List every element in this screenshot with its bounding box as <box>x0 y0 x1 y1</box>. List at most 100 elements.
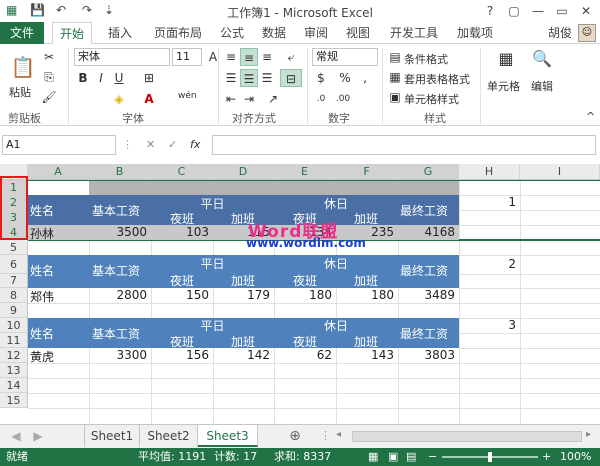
phonetic-icon[interactable]: wén <box>178 91 197 101</box>
font-color-icon[interactable]: A <box>140 90 158 108</box>
bold-icon[interactable]: B <box>74 69 92 87</box>
sheet-tab-3[interactable]: Sheet3 <box>198 425 258 447</box>
increase-decimal-icon[interactable]: .0 <box>312 90 330 108</box>
cell-final-salary[interactable]: 3489 <box>398 288 455 302</box>
zoom-out-icon[interactable]: − <box>428 448 437 466</box>
table-format-icon[interactable]: ▦ <box>386 68 404 86</box>
sheet-tab-1[interactable]: Sheet1 <box>84 425 140 447</box>
zoom-in-icon[interactable]: + <box>542 448 551 466</box>
avatar[interactable]: ☺ <box>578 24 596 42</box>
cell-weekday-night[interactable]: 103 <box>151 225 209 239</box>
worksheet-grid[interactable]: A B C D E F G H I 1 2 3 4 5 6 7 8 9 10 1… <box>0 164 600 424</box>
row-header-11[interactable]: 11 <box>0 333 28 348</box>
undo-icon[interactable]: ↶ <box>56 3 66 17</box>
column-header-i[interactable]: I <box>520 164 600 180</box>
align-bottom-icon[interactable]: ≡ <box>258 48 276 66</box>
cell-base-salary[interactable]: 3500 <box>89 225 147 239</box>
row-header-7[interactable]: 7 <box>0 274 28 288</box>
cut-icon[interactable]: ✂ <box>40 48 58 66</box>
underline-icon[interactable]: U <box>110 69 128 87</box>
cell-holiday-overtime[interactable]: 180 <box>336 288 394 302</box>
save-icon[interactable]: 💾 <box>30 3 45 17</box>
align-top-icon[interactable]: ≡ <box>222 48 240 66</box>
cell-weekday-overtime[interactable]: 142 <box>213 348 270 362</box>
row-header-6[interactable]: 6 <box>0 255 28 274</box>
cell-holiday-night[interactable]: 180 <box>274 288 332 302</box>
cell-styles-icon[interactable]: ▣ <box>386 88 404 106</box>
column-header-c[interactable]: C <box>151 164 213 180</box>
redo-icon[interactable]: ↷ <box>82 3 92 17</box>
help-icon[interactable]: ? <box>478 0 502 22</box>
cells-icon[interactable]: ▦ <box>494 50 518 74</box>
tab-addins[interactable]: 加载项 <box>450 22 500 44</box>
tab-review[interactable]: 审阅 <box>298 22 334 44</box>
conditional-format-icon[interactable]: ▤ <box>386 48 404 66</box>
font-name-select[interactable]: 宋体 <box>74 48 170 66</box>
cancel-icon[interactable]: ✕ <box>146 138 155 151</box>
column-header-b[interactable]: B <box>89 164 151 180</box>
cell-name[interactable]: 郑伟 <box>30 288 54 305</box>
sheet-tab-2[interactable]: Sheet2 <box>140 425 198 447</box>
cells-button[interactable]: 单元格 <box>487 78 520 94</box>
cell-weekday-night[interactable]: 156 <box>151 348 209 362</box>
decrease-decimal-icon[interactable]: .00 <box>334 90 352 108</box>
align-center-icon[interactable]: ☰ <box>240 69 258 87</box>
fill-color-icon[interactable]: ◈ <box>110 90 128 108</box>
increase-indent-icon[interactable]: ⇥ <box>240 90 258 108</box>
tab-formulas[interactable]: 公式 <box>214 22 250 44</box>
cell-weekday-overtime[interactable]: 179 <box>213 288 270 302</box>
decrease-indent-icon[interactable]: ⇤ <box>222 90 240 108</box>
merge-center-icon[interactable]: ⊟ <box>280 69 302 87</box>
cell-base-salary[interactable]: 2800 <box>89 288 147 302</box>
cell-holiday-night[interactable]: 62 <box>274 348 332 362</box>
row-header-9[interactable]: 9 <box>0 303 28 318</box>
column-header-e[interactable]: E <box>274 164 336 180</box>
tab-split-handle[interactable]: ⋮ <box>320 429 331 443</box>
name-box[interactable]: A1 <box>2 135 116 155</box>
align-left-icon[interactable]: ☰ <box>222 69 240 87</box>
column-header-a[interactable]: A <box>28 164 89 180</box>
column-header-g[interactable]: G <box>398 164 459 180</box>
column-header-d[interactable]: D <box>213 164 274 180</box>
cell-name[interactable]: 黄虎 <box>30 348 54 365</box>
cell-holiday-overtime[interactable]: 143 <box>336 348 394 362</box>
conditional-format-button[interactable]: 条件格式 <box>404 51 448 67</box>
insert-function-icon[interactable]: fx <box>190 138 200 151</box>
row-header-8[interactable]: 8 <box>0 288 28 303</box>
copy-icon[interactable]: ⎘ <box>40 68 58 86</box>
scroll-right-icon[interactable]: ▸ <box>586 429 596 443</box>
align-right-icon[interactable]: ☰ <box>258 69 276 87</box>
user-name[interactable]: 胡俊 <box>548 22 572 44</box>
cell-final-salary[interactable]: 3803 <box>398 348 455 362</box>
minimize-icon[interactable]: — <box>526 0 550 22</box>
enter-icon[interactable]: ✓ <box>168 138 177 151</box>
normal-view-icon[interactable]: ▦ <box>368 448 378 466</box>
column-header-f[interactable]: F <box>336 164 398 180</box>
cell-styles-button[interactable]: 单元格样式 <box>404 91 459 107</box>
orientation-icon[interactable]: ↗ <box>264 90 282 108</box>
tab-insert[interactable]: 插入 <box>100 22 140 44</box>
cell-marker[interactable]: 1 <box>459 195 516 209</box>
borders-icon[interactable]: ⊞ <box>140 69 158 87</box>
zoom-slider-thumb[interactable] <box>488 452 492 462</box>
row-header-5[interactable]: 5 <box>0 240 28 255</box>
customize-quick-access-icon[interactable]: ⇣ <box>104 3 114 17</box>
close-icon[interactable]: ✕ <box>574 0 598 22</box>
tab-page-layout[interactable]: 页面布局 <box>146 22 210 44</box>
row-header-14[interactable]: 14 <box>0 378 28 393</box>
format-as-table-button[interactable]: 套用表格格式 <box>404 71 470 87</box>
currency-icon[interactable]: $ <box>312 69 330 87</box>
next-sheet-icon[interactable]: ▶ <box>28 425 48 447</box>
italic-icon[interactable]: I <box>92 69 110 87</box>
comma-style-icon[interactable]: , <box>356 69 374 87</box>
horizontal-scrollbar[interactable] <box>352 431 582 442</box>
increase-font-icon[interactable]: A <box>204 48 222 66</box>
formula-input[interactable] <box>212 135 596 155</box>
new-sheet-icon[interactable]: ⊕ <box>284 425 306 447</box>
font-size-select[interactable]: 11 <box>172 48 202 66</box>
editing-icon[interactable]: 🔍 <box>530 50 554 74</box>
tab-developer[interactable]: 开发工具 <box>382 22 446 44</box>
row-header-12[interactable]: 12 <box>0 348 28 363</box>
cell-final-salary[interactable]: 4168 <box>398 225 455 239</box>
row-header-10[interactable]: 10 <box>0 318 28 333</box>
